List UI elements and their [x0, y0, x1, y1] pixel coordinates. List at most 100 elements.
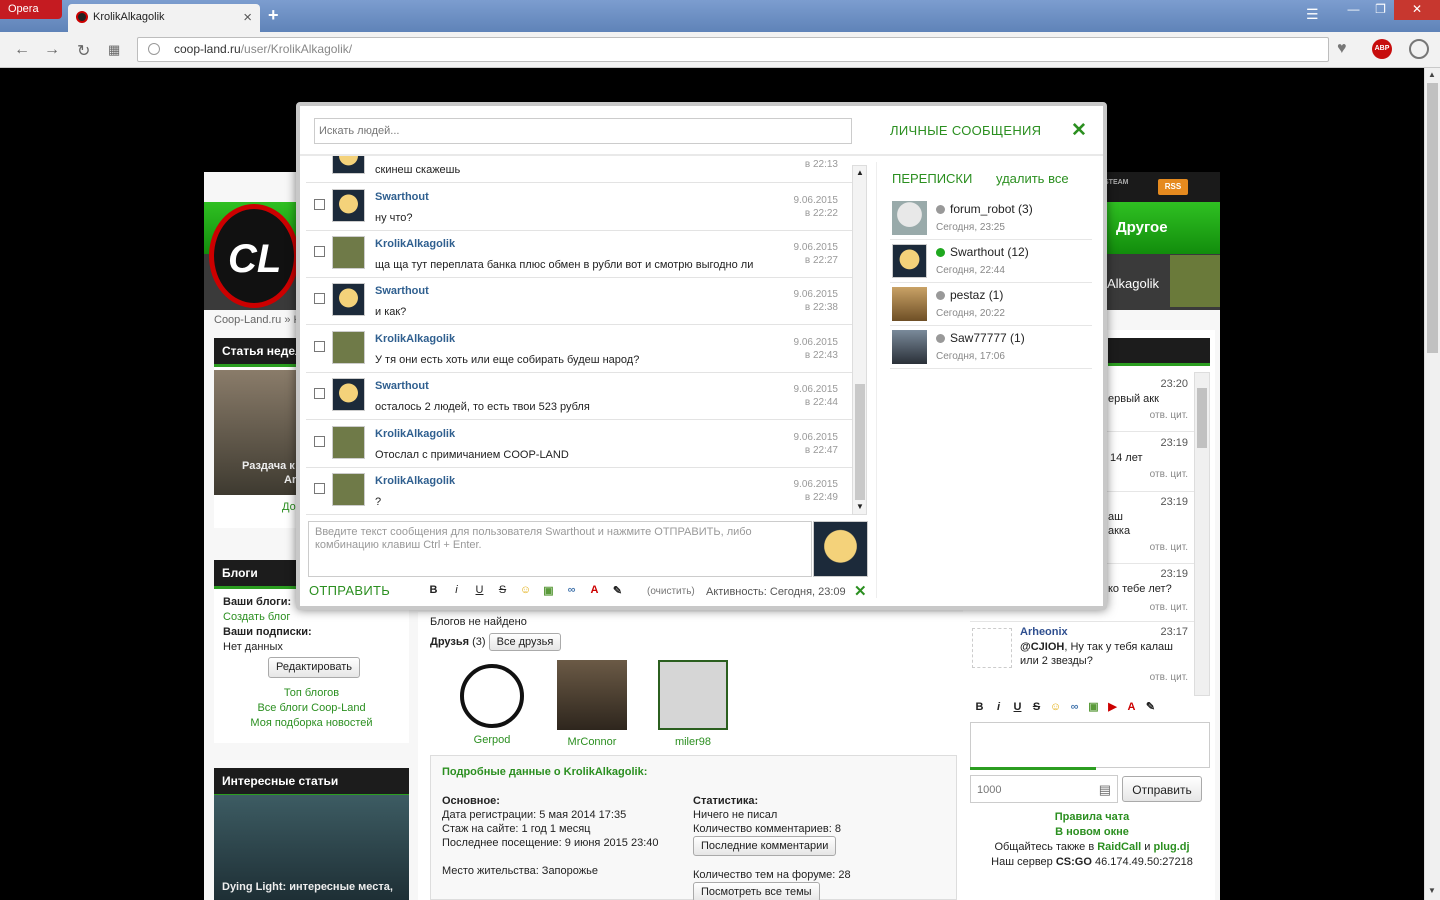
message-avatar[interactable] [332, 378, 365, 411]
account-icon[interactable] [1409, 39, 1429, 59]
message-author[interactable]: Swarthout [375, 380, 429, 392]
message-author[interactable]: KrolikAlkagolik [375, 333, 455, 345]
message-author[interactable]: KrolikAlkagolik [375, 475, 455, 487]
smiley-icon[interactable]: ☺ [1046, 701, 1065, 713]
list-icon[interactable]: ▤ [1099, 782, 1111, 798]
message-checkbox[interactable] [314, 246, 325, 257]
friend-avatar[interactable] [658, 660, 728, 730]
speed-dial-icon[interactable]: ▦ [108, 42, 120, 58]
message-checkbox[interactable] [314, 483, 325, 494]
steam-link[interactable]: STEAM [1104, 179, 1129, 186]
message-checkbox[interactable] [314, 293, 325, 304]
message-checkbox[interactable] [314, 436, 325, 447]
new-window-link[interactable]: В новом окне [970, 825, 1214, 840]
top-blogs-link[interactable]: Топ блогов [223, 686, 400, 701]
message-avatar[interactable] [332, 426, 365, 459]
conversation-item[interactable]: Saw77777 (1) Сегодня, 17:06 [890, 326, 1092, 369]
message-avatar[interactable] [332, 236, 365, 269]
chat-reply-quote-link[interactable]: отв. цит. [1150, 602, 1188, 613]
article-link[interactable]: До [282, 501, 296, 513]
window-close-icon[interactable]: ✕ [1394, 0, 1440, 20]
friend-name[interactable]: MrConnor [568, 736, 617, 748]
chat-avatar[interactable] [972, 628, 1012, 668]
my-news-link[interactable]: Моя подборка новостей [223, 716, 400, 731]
address-input[interactable]: coop-land.ru/user/KrolikAlkagolik/ [137, 37, 1329, 62]
underline-icon[interactable]: U [470, 584, 489, 597]
all-blogs-link[interactable]: Все блоги Coop-Land [223, 701, 400, 716]
browser-tab[interactable]: KrolikAlkagolik × [68, 4, 260, 32]
page-scroll-thumb[interactable] [1427, 83, 1438, 353]
minimize-icon[interactable]: — [1340, 0, 1367, 20]
message-author[interactable]: Swarthout [375, 191, 429, 203]
chat-reply-quote-link[interactable]: отв. цит. [1150, 469, 1188, 480]
message-avatar[interactable] [332, 189, 365, 222]
send-button[interactable]: ОТПРАВИТЬ [309, 583, 390, 598]
create-blog-link[interactable]: Создать блог [223, 610, 400, 625]
last-comments-button[interactable]: Последние комментарии [693, 836, 837, 856]
conversation-item[interactable]: forum_robot (3) Сегодня, 23:25 [890, 197, 1092, 240]
message-checkbox[interactable] [314, 341, 325, 352]
italic-icon[interactable]: i [989, 701, 1008, 713]
strike-icon[interactable]: S [1027, 701, 1046, 713]
nav-item-other[interactable]: Другое [1116, 219, 1168, 236]
maximize-icon[interactable]: ❐ [1367, 0, 1394, 20]
friend-item[interactable]: MrConnor [556, 660, 628, 748]
message-checkbox[interactable] [314, 199, 325, 210]
close-conversation-icon[interactable]: ✕ [854, 582, 867, 600]
bold-icon[interactable]: B [424, 584, 443, 597]
chat-input[interactable] [970, 722, 1210, 768]
clear-link[interactable]: (очистить) [647, 586, 695, 597]
text-color-icon[interactable]: A [585, 584, 604, 597]
panel-divider[interactable] [876, 162, 882, 598]
friend-item[interactable]: Gerpod [456, 660, 528, 746]
italic-icon[interactable]: i [447, 584, 466, 597]
forward-icon[interactable]: → [44, 41, 60, 59]
friend-avatar[interactable] [557, 660, 627, 730]
message-avatar[interactable] [332, 283, 365, 316]
message-avatar[interactable] [332, 331, 365, 364]
rss-icon[interactable]: RSS [1158, 179, 1188, 195]
scroll-down-icon[interactable]: ▼ [1428, 886, 1436, 895]
message-author[interactable]: Swarthout [375, 285, 429, 297]
friend-name[interactable]: miler98 [675, 736, 711, 748]
raidcall-link[interactable]: RaidCall [1097, 841, 1141, 853]
chat-rules-link[interactable]: Правила чата [970, 810, 1214, 825]
edit-button[interactable]: Редактировать [268, 657, 360, 678]
people-search-input[interactable] [314, 118, 852, 144]
page-info-icon[interactable] [148, 43, 160, 55]
chat-scroll-thumb[interactable] [1197, 388, 1207, 448]
tab-close-icon[interactable]: × [243, 9, 252, 26]
bold-icon[interactable]: B [970, 701, 989, 713]
underline-icon[interactable]: U [1008, 701, 1027, 713]
youtube-icon[interactable]: ▶ [1103, 700, 1122, 713]
user-avatar[interactable] [1170, 255, 1220, 307]
dialog-close-icon[interactable]: ✕ [1071, 119, 1087, 142]
smiley-icon[interactable]: ☺ [516, 584, 535, 597]
strike-icon[interactable]: S [493, 584, 512, 597]
conversation-item[interactable]: pestaz (1) Сегодня, 20:22 [890, 283, 1092, 326]
link-icon[interactable]: ∞ [1065, 701, 1084, 713]
message-compose-input[interactable]: Введите текст сообщения для пользователя… [308, 521, 812, 577]
chat-author[interactable]: Arheonix [1020, 626, 1068, 638]
image-icon[interactable]: ▣ [1084, 700, 1103, 713]
link-icon[interactable]: ∞ [562, 584, 581, 597]
all-friends-button[interactable]: Все друзья [488, 633, 562, 651]
message-scroll-thumb[interactable] [855, 384, 865, 500]
friend-item[interactable]: miler98 [657, 660, 729, 748]
plugdj-link[interactable]: plug.dj [1154, 841, 1190, 853]
delete-all-link[interactable]: удалить все [996, 171, 1069, 186]
back-icon[interactable]: ← [14, 41, 30, 59]
friend-avatar[interactable] [460, 664, 524, 728]
tab-menu-icon[interactable]: ☰ [1306, 6, 1319, 23]
opera-menu-button[interactable]: Opera [0, 0, 62, 19]
text-color-icon[interactable]: A [1122, 701, 1141, 713]
scroll-down-icon[interactable]: ▼ [856, 502, 864, 511]
image-icon[interactable]: ▣ [539, 584, 558, 597]
scroll-up-icon[interactable]: ▲ [856, 168, 864, 177]
chat-reply-quote-link[interactable]: отв. цит. [1150, 672, 1188, 683]
reload-icon[interactable]: ↻ [77, 41, 90, 61]
pen-icon[interactable]: ✎ [608, 584, 627, 597]
message-author[interactable]: KrolikAlkagolik [375, 428, 455, 440]
site-logo[interactable]: CL [209, 204, 299, 308]
chat-scrollbar[interactable] [1194, 372, 1210, 696]
